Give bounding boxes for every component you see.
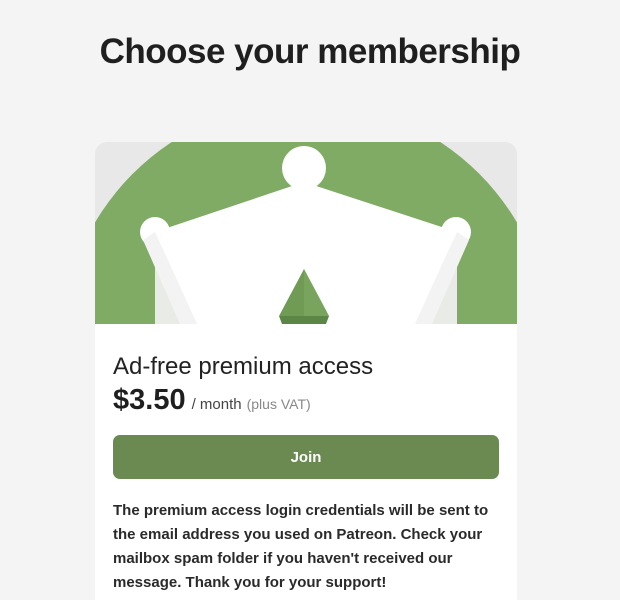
crown-tip-center [282,146,326,190]
tier-details: Ad-free premium access $3.50 / month (pl… [113,324,499,595]
page-title: Choose your membership [99,32,521,71]
tax-note: (plus VAT) [246,396,311,412]
price-row: $3.50 / month (plus VAT) [113,384,499,422]
tier-name: Ad-free premium access [113,353,374,380]
crown-icon [95,142,517,324]
tier-banner-image [95,142,517,324]
billing-period: / month [191,396,242,413]
membership-tier-card: Ad-free premium access $3.50 / month (pl… [95,142,517,600]
membership-page: Choose your membership Ad-free premium a… [0,0,620,600]
tier-description: The premium access login credentials wil… [113,502,489,591]
tier-price: $3.50 [113,384,186,416]
join-button[interactable]: Join [113,435,499,479]
